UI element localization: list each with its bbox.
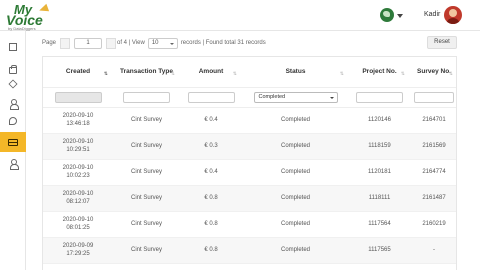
cell-amount: € 0.3 [180, 133, 242, 160]
transaction-type-filter-input[interactable] [123, 91, 170, 103]
cell-type: Cint Survey [113, 159, 180, 186]
cell-amount: € 0.8 [180, 185, 242, 212]
cell-created: 2020-09-10 10:29:51 [43, 133, 113, 160]
payment-card-icon [8, 138, 18, 146]
cell-created: 2020-09-10 10:02:23 [43, 159, 113, 186]
cell-type: Cint Survey [113, 185, 180, 212]
document-icon [9, 43, 17, 51]
column-header-amount[interactable]: Amount ⇅ [180, 57, 242, 88]
table-row[interactable]: 2020-09-10 10:29:51 Cint Survey € 0.3 Com… [43, 133, 456, 160]
sort-icon: ⇅ [400, 71, 405, 77]
cell-status: Completed [242, 211, 349, 238]
cell-survey: 2164701 [410, 107, 456, 134]
megaphone-icon [37, 3, 50, 15]
layers-icon [8, 79, 18, 89]
tag-icon [9, 117, 17, 125]
table-row[interactable]: 2020-09-10 10:02:23 Cint Survey € 0.4 Com… [43, 159, 456, 186]
page-number-input[interactable]: 1 [74, 37, 103, 49]
page-count-label: of 4 | View [117, 40, 145, 46]
cell-amount: € 0.4 [180, 107, 242, 134]
sort-icon: ⇅ [448, 71, 453, 77]
cell-project: 1120181 [349, 159, 410, 186]
cell-survey: 2160219 [410, 211, 456, 238]
avatar[interactable] [444, 6, 462, 24]
cell-type: Cint Survey [113, 211, 180, 238]
cell-status: Completed [242, 185, 349, 212]
sidebar-item-surveys[interactable] [0, 37, 26, 57]
column-header-status[interactable]: Status ⇅ [242, 57, 349, 88]
cell-created: 2020-09-09 17:29:25 [43, 237, 113, 264]
shopping-bag-icon [9, 64, 17, 74]
sidebar-item-rewards[interactable] [0, 111, 26, 131]
cell-project: 1117565 [349, 237, 410, 264]
username[interactable]: Kadir [424, 11, 440, 18]
cell-status: Completed [242, 159, 349, 186]
table-row[interactable]: 2020-09-10 13:46:18 Cint Survey € 0.4 Com… [43, 107, 456, 134]
cell-status: Completed [242, 237, 349, 264]
pagination-bar: Page 1 of 4 | View 10 records | Found to… [42, 37, 266, 49]
column-header-transaction-type[interactable]: Transaction Type ⇅ [113, 57, 180, 88]
survey-no-filter-input[interactable] [414, 91, 454, 103]
page-label: Page [42, 40, 57, 46]
table-row[interactable]: 2020-09-10 08:12:07 Cint Survey € 0.8 Com… [43, 185, 456, 212]
transactions-table: Created ⇅ Transaction Type ⇅ Amount ⇅ Statu… [42, 56, 457, 270]
sort-icon: ⇅ [170, 71, 175, 77]
sidebar-item-profile[interactable] [0, 153, 26, 173]
cell-survey: - [410, 237, 456, 264]
sidebar-item-layers[interactable] [0, 74, 26, 94]
cell-created: 2020-09-10 08:12:07 [43, 185, 113, 212]
sidebar-item-transactions[interactable] [0, 132, 26, 152]
globe-icon[interactable] [380, 8, 394, 22]
filter-row: Completed [43, 87, 456, 108]
table-row[interactable]: 2020-09-10 08:01:25 Cint Survey € 0.8 Com… [43, 211, 456, 238]
chevron-down-icon[interactable] [397, 14, 403, 18]
cell-amount: € 0.4 [180, 159, 242, 186]
next-page-button[interactable] [106, 37, 117, 49]
cell-type: Cint Survey [113, 107, 180, 134]
sidebar-item-referrals[interactable] [0, 93, 26, 113]
table-row[interactable]: 2020-09-09 17:29:25 Cint Survey € 0.8 Com… [43, 237, 456, 264]
status-filter-select[interactable]: Completed [253, 91, 338, 103]
cell-status: Completed [242, 133, 349, 160]
created-filter-input[interactable] [54, 91, 102, 103]
records-count-label: records | Found total 31 records [180, 40, 266, 46]
amount-filter-input[interactable] [187, 91, 235, 103]
cell-survey: 2164774 [410, 159, 456, 186]
column-header-survey-no[interactable]: Survey No. ⇅ [410, 57, 456, 88]
sort-icon: ⇅ [339, 71, 344, 77]
table-header-row: Created ⇅ Transaction Type ⇅ Amount ⇅ Statu… [43, 57, 456, 88]
cell-amount: € 0.8 [180, 237, 242, 264]
cell-project: 1118159 [349, 133, 410, 160]
cell-amount: € 0.8 [180, 211, 242, 238]
users-icon [9, 98, 19, 110]
cell-status: Completed [242, 107, 349, 134]
column-header-created[interactable]: Created ⇅ [43, 57, 113, 88]
prev-page-button[interactable] [60, 37, 71, 49]
cell-project: 1118111 [349, 185, 410, 212]
sidebar [0, 31, 26, 270]
cell-created: 2020-09-10 08:01:25 [43, 211, 113, 238]
project-no-filter-input[interactable] [356, 91, 403, 103]
top-bar: My Voice by DataDiggers Kadir [0, 0, 480, 31]
sort-icon: ⇅ [232, 71, 237, 77]
column-header-project-no[interactable]: Project No. ⇅ [349, 57, 410, 88]
cell-survey: 2161487 [410, 185, 456, 212]
myvoice-logo[interactable]: My Voice by DataDiggers [6, 2, 56, 31]
cell-project: 1120146 [349, 107, 410, 134]
cell-project: 1117564 [349, 211, 410, 238]
cell-type: Cint Survey [113, 133, 180, 160]
reset-button[interactable]: Reset [427, 36, 457, 49]
cell-survey: 2161569 [410, 133, 456, 160]
cell-created: 2020-09-10 13:46:18 [43, 107, 113, 134]
profile-icon [9, 158, 19, 170]
page-size-select[interactable]: 10 [147, 37, 178, 49]
cell-type: Cint Survey [113, 237, 180, 264]
sort-icon: ⇅ [103, 71, 108, 77]
